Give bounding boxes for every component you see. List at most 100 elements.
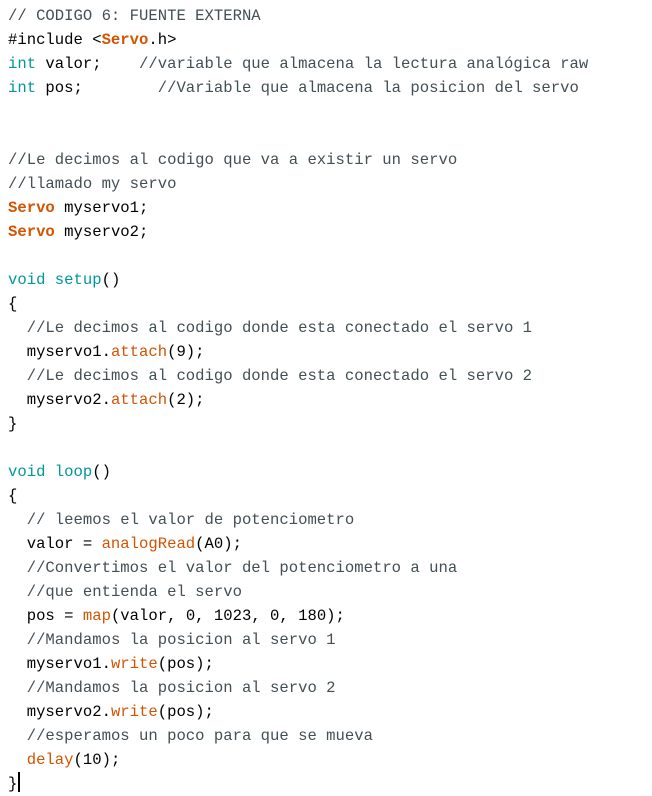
code-comment: //Le decimos al codigo donde esta conect… [26,319,533,337]
code-line: void loop() [8,460,648,484]
code-text: (2); [167,391,205,409]
code-line: myservo1.write(pos); [8,652,648,676]
code-text: } [8,415,18,433]
code-line: //esperamos un poco para que se mueva [8,724,648,748]
code-comment: // leemos el valor de potenciometro [26,511,355,529]
code-editor[interactable]: // CODIGO 6: FUENTE EXTERNA #include <Ser… [8,4,648,796]
code-keyword: int [8,55,37,73]
code-function: map [82,607,111,625]
code-function: write [110,655,158,673]
code-comment: //Le decimos al codigo donde esta conect… [26,367,533,385]
code-text: } [8,775,18,793]
code-comment: //Le decimos al codigo que va a existir … [8,151,458,169]
code-line: myservo1.attach(9); [8,340,648,364]
code-keyword: void [8,271,46,289]
code-line: Servo myservo2; [8,220,648,244]
code-comment: //Mandamos la posicion al servo 1 [26,631,336,649]
code-comment: //que entienda el servo [26,583,242,601]
code-comment: //esperamos un poco para que se mueva [26,727,373,745]
code-text: () [101,271,121,289]
code-text: () [92,463,111,481]
code-text: (9); [167,343,205,361]
code-text: (A0); [195,535,242,553]
code-line: } [8,772,648,796]
code-text: (10); [73,751,121,769]
code-text: myservo1. [8,655,111,673]
code-class: Servo [8,223,55,241]
code-text: myservo2. [8,703,111,721]
code-line: myservo2.write(pos); [8,700,648,724]
code-line: pos = map(valor, 0, 1023, 0, 180); [8,604,648,628]
code-text: myservo1; [54,199,149,217]
code-line: //Mandamos la posicion al servo 1 [8,628,648,652]
code-text: valor; [36,55,140,73]
code-comment: //variable que almacena la lectura analó… [139,55,589,73]
code-line: //que entienda el servo [8,580,648,604]
code-line: //Mandamos la posicion al servo 2 [8,676,648,700]
code-text: myservo2. [8,391,111,409]
code-line: valor = analogRead(A0); [8,532,648,556]
code-line: #include <Servo.h> [8,28,648,52]
code-text: { [8,295,18,313]
code-line: myservo2.attach(2); [8,388,648,412]
code-text: (pos); [157,703,214,721]
code-keyword: void [8,463,46,481]
code-text: valor = [8,535,102,553]
code-comment: //Mandamos la posicion al servo 2 [26,679,336,697]
code-line: // leemos el valor de potenciometro [8,508,648,532]
code-comment: // CODIGO 6: FUENTE EXTERNA [8,7,261,25]
code-line: } [8,412,648,436]
code-keyword: loop [54,463,93,481]
code-line: //llamado my servo [8,172,648,196]
code-line: // CODIGO 6: FUENTE EXTERNA [8,4,648,28]
code-text: #include < [8,31,102,49]
code-text: { [8,487,18,505]
code-comment: //llamado my servo [8,175,177,193]
code-line: void setup() [8,268,648,292]
code-text: pos; [36,79,158,97]
code-text: pos = [8,607,83,625]
code-function: attach [110,391,168,409]
code-text: myservo2; [54,223,149,241]
code-line: { [8,292,648,316]
code-line: //Le decimos al codigo que va a existir … [8,148,648,172]
code-line: //Le decimos al codigo donde esta conect… [8,316,648,340]
code-keyword: int [8,79,37,97]
code-keyword: setup [54,271,102,289]
code-function: attach [110,343,168,361]
code-function: delay [26,751,74,769]
code-text: .h> [148,31,177,49]
code-line: delay(10); [8,748,648,772]
code-text: (pos); [157,655,214,673]
code-class: Servo [8,199,55,217]
code-line: Servo myservo1; [8,196,648,220]
text-cursor [18,772,21,792]
code-text: myservo1. [8,343,111,361]
code-function: write [110,703,158,721]
code-line: int pos; //Variable que almacena la posi… [8,76,648,100]
code-function: analogRead [101,535,196,553]
code-line: { [8,484,648,508]
code-comment: //Variable que almacena la posicion del … [157,79,579,97]
code-line: //Convertimos el valor del potenciometro… [8,556,648,580]
code-text: (valor, 0, 1023, 0, 180); [110,607,345,625]
code-comment: //Convertimos el valor del potenciometro… [26,559,458,577]
code-line: //Le decimos al codigo donde esta conect… [8,364,648,388]
code-class: Servo [101,31,149,49]
code-line: int valor; //variable que almacena la le… [8,52,648,76]
